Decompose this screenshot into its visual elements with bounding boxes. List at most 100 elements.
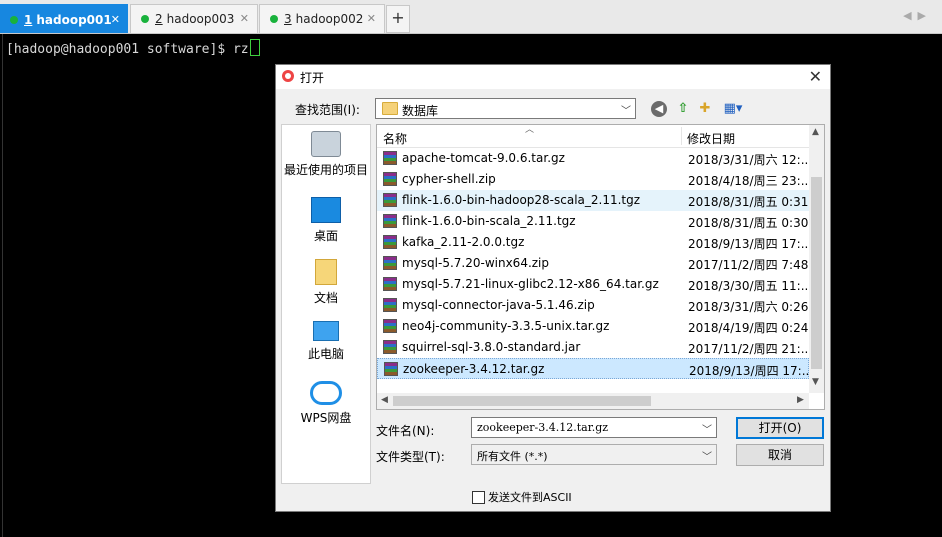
up-folder-icon[interactable]: ⇧ — [675, 101, 691, 117]
file-row[interactable]: mysql-5.7.21-linux-glibc2.12-x86_64.tar.… — [377, 274, 809, 295]
scrollbar-thumb[interactable] — [811, 177, 822, 369]
computer-icon — [313, 321, 339, 341]
terminal-prompt: [hadoop@hadoop001 software]$ rz — [6, 39, 260, 57]
place-label: 文档 — [313, 291, 338, 305]
file-row[interactable]: apache-tomcat-9.0.6.tar.gz 2018/3/31/周六 1… — [377, 148, 809, 169]
file-name: kafka_2.11-2.0.0.tgz — [402, 235, 525, 249]
ascii-checkbox[interactable]: 发送文件到ASCII — [472, 489, 572, 505]
back-icon[interactable]: ◀ — [651, 101, 667, 117]
scroll-left-icon[interactable]: ◀ — [381, 395, 388, 405]
column-divider[interactable] — [681, 127, 682, 145]
tab-scroll-arrows-icon[interactable]: ◀▶ — [903, 9, 932, 22]
places-bar: 最近使用的项目 桌面 文档 此电脑 WPS网盘 — [281, 124, 371, 484]
ascii-checkbox-label: 发送文件到ASCII — [488, 491, 572, 504]
file-row[interactable]: cypher-shell.zip 2018/4/18/周三 23:.. — [377, 169, 809, 190]
place-documents[interactable]: 文档 — [282, 259, 370, 306]
scroll-up-icon[interactable]: ▲ — [812, 127, 819, 137]
file-row-selected[interactable]: zookeeper-3.4.12.tar.gz 2018/9/13/周四 17:.… — [377, 358, 809, 379]
file-name: apache-tomcat-9.0.6.tar.gz — [402, 151, 565, 165]
tab-number: 3 — [284, 12, 292, 26]
file-list[interactable]: ︿ 名称 修改日期 apache-tomcat-9.0.6.tar.gz 2018… — [376, 124, 825, 410]
archive-icon — [383, 277, 397, 291]
file-name: mysql-5.7.20-winx64.zip — [402, 256, 550, 270]
column-header-name[interactable]: 名称 — [383, 130, 407, 147]
open-button[interactable]: 打开(O) — [736, 417, 824, 439]
archive-icon — [383, 319, 397, 333]
filetype-value: 所有文件 (*.*) — [477, 450, 548, 463]
archive-icon — [383, 151, 397, 165]
archive-icon — [384, 362, 398, 376]
documents-icon — [315, 259, 337, 285]
new-folder-icon[interactable]: ✚ — [697, 101, 713, 117]
file-row[interactable]: flink-1.6.0-bin-hadoop28-scala_2.11.tgz 2… — [377, 190, 809, 211]
cloud-icon — [310, 381, 342, 405]
file-row[interactable]: squirrel-sql-3.8.0-standard.jar 2017/11/2… — [377, 337, 809, 358]
filetype-label: 文件类型(T): — [376, 450, 445, 464]
tab-label: hadoop001 — [36, 12, 112, 27]
folder-icon — [382, 102, 398, 115]
filename-input[interactable]: zookeeper-3.4.12.tar.gz ﹀ — [471, 417, 717, 438]
tab-close-icon[interactable]: ✕ — [367, 12, 376, 25]
lookin-value: 数据库 — [402, 104, 439, 118]
file-name: flink-1.6.0-bin-scala_2.11.tgz — [402, 214, 576, 228]
file-row[interactable]: mysql-connector-java-5.1.46.zip 2018/3/31… — [377, 295, 809, 316]
archive-icon — [383, 172, 397, 186]
filename-value: zookeeper-3.4.12.tar.gz — [477, 421, 609, 434]
place-recent[interactable]: 最近使用的项目 — [282, 131, 370, 178]
file-row[interactable]: kafka_2.11-2.0.0.tgz 2018/9/13/周四 17:.. — [377, 232, 809, 253]
place-label: 桌面 — [313, 229, 338, 243]
file-row[interactable]: flink-1.6.0-bin-scala_2.11.tgz 2018/8/31/… — [377, 211, 809, 232]
tab-label: hadoop003 — [166, 12, 235, 26]
filename-label: 文件名(N): — [376, 424, 435, 438]
app-icon — [282, 70, 294, 82]
view-menu-icon[interactable]: ▦▾ — [721, 101, 745, 117]
file-name: mysql-5.7.21-linux-glibc2.12-x86_64.tar.… — [402, 277, 659, 291]
file-date: 2018/3/31/周六 12:.. — [688, 153, 809, 167]
scrollbar-thumb[interactable] — [393, 396, 651, 406]
file-name: zookeeper-3.4.12.tar.gz — [403, 362, 545, 376]
tab-bar: 1 hadoop001 ✕ 2 hadoop003 ✕ 3 hadoop002 … — [0, 0, 942, 34]
checkbox-icon[interactable] — [472, 490, 485, 504]
filetype-dropdown[interactable]: 所有文件 (*.*) ﹀ — [471, 444, 717, 465]
archive-icon — [383, 193, 397, 207]
file-date: 2018/8/31/周五 0:31 — [688, 195, 809, 209]
new-tab-button[interactable]: + — [386, 5, 410, 33]
tab-hadoop001[interactable]: 1 hadoop001 ✕ — [0, 4, 128, 33]
tab-hadoop003[interactable]: 2 hadoop003 ✕ — [130, 4, 258, 33]
place-label: 最近使用的项目 — [283, 163, 368, 177]
tab-hadoop002[interactable]: 3 hadoop002 ✕ — [259, 4, 385, 33]
tab-close-icon[interactable]: ✕ — [240, 12, 249, 25]
column-header-date[interactable]: 修改日期 — [687, 130, 735, 147]
place-wps-cloud[interactable]: WPS网盘 — [282, 381, 370, 426]
vertical-scrollbar[interactable]: ▲ ▼ — [809, 125, 824, 393]
tab-close-icon[interactable]: ✕ — [111, 13, 120, 26]
archive-icon — [383, 256, 397, 270]
place-desktop[interactable]: 桌面 — [282, 197, 370, 244]
file-date: 2018/9/13/周四 17:.. — [688, 237, 809, 251]
dialog-titlebar[interactable]: 打开 ✕ — [276, 65, 830, 89]
place-this-pc[interactable]: 此电脑 — [282, 321, 370, 362]
terminal-cursor — [249, 39, 260, 56]
archive-icon — [383, 214, 397, 228]
file-row[interactable]: neo4j-community-3.3.5-unix.tar.gz 2018/4/… — [377, 316, 809, 337]
open-file-dialog: 打开 ✕ 查找范围(I): 数据库 ﹀ ◀ ⇧ ✚ ▦▾ 最近使用的项目 桌面 … — [275, 64, 831, 512]
cancel-button[interactable]: 取消 — [736, 444, 824, 466]
scroll-down-icon[interactable]: ▼ — [812, 377, 819, 387]
lookin-dropdown[interactable]: 数据库 ﹀ — [375, 98, 636, 119]
archive-icon — [383, 340, 397, 354]
scroll-right-icon[interactable]: ▶ — [797, 395, 804, 405]
horizontal-scrollbar[interactable]: ◀ ▶ — [377, 393, 809, 409]
chevron-down-icon[interactable]: ﹀ — [702, 421, 712, 436]
file-date: 2018/8/31/周五 0:30 — [688, 216, 809, 230]
file-row[interactable]: mysql-5.7.20-winx64.zip 2017/11/2/周四 7:48 — [377, 253, 809, 274]
sort-ascending-icon: ︿ — [525, 125, 535, 135]
chevron-down-icon: ﹀ — [702, 452, 712, 463]
dialog-title: 打开 — [300, 71, 325, 85]
file-date: 2018/3/30/周五 11:.. — [688, 279, 809, 293]
file-date: 2018/3/31/周六 0:26 — [688, 300, 809, 314]
file-date: 2018/4/18/周三 23:.. — [688, 174, 809, 188]
file-list-header: ︿ 名称 修改日期 — [377, 125, 809, 148]
file-name: neo4j-community-3.3.5-unix.tar.gz — [402, 319, 610, 333]
connected-icon — [10, 15, 18, 24]
dialog-close-icon[interactable]: ✕ — [809, 67, 822, 86]
